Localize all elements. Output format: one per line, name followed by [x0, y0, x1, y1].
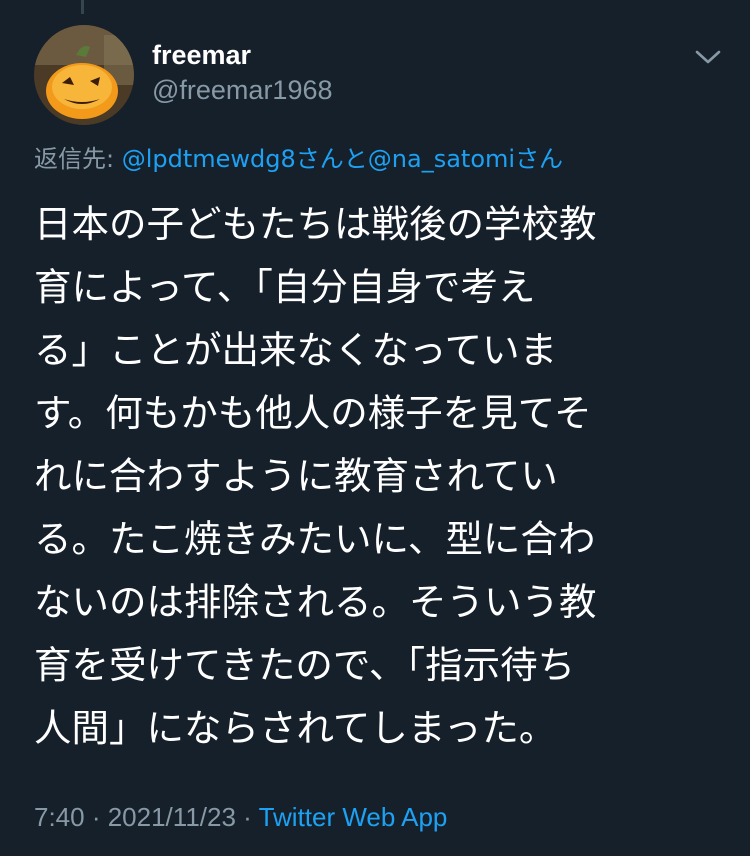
tweet-source-link[interactable]: Twitter Web App [259, 802, 448, 832]
tweet-text-line: す。何もかも他人の様子を見てそ [34, 391, 592, 435]
tweet-author[interactable]: freemar @freemar1968 [152, 38, 333, 108]
reply-prefix: 返信先: [34, 145, 122, 173]
tweet-text-line: ないのは排除される。そういう教 [34, 580, 597, 624]
tweet-menu-button[interactable] [692, 44, 724, 68]
tweet-text-line: 育を受けてきたので、「指示待ち [34, 643, 576, 687]
tweet-text: 日本の子どもたちは戦後の学校教 育によって、「自分自身で考え る」ことが出来なく… [34, 193, 714, 760]
tweet-text-line: る。たこ焼きみたいに、型に合わ [34, 517, 596, 561]
tweet-text-line: る」ことが出来なくなっていま [34, 328, 558, 372]
author-handle[interactable]: @freemar1968 [152, 72, 333, 108]
tweet-date[interactable]: 2021/11/23 [108, 802, 236, 832]
thread-connector-line [81, 0, 84, 14]
mention-link-2[interactable]: @na_satomi [368, 145, 515, 173]
reply-joiner: さんと [295, 145, 368, 173]
tweet-detail: freemar @freemar1968 返信先: @lpdtmewdg8さんと… [0, 0, 750, 856]
mention-link-1[interactable]: @lpdtmewdg8 [122, 145, 296, 173]
pumpkin-avatar-icon [34, 25, 134, 125]
chevron-down-icon [695, 50, 721, 64]
reply-suffix: さん [515, 145, 564, 173]
author-display-name[interactable]: freemar [152, 38, 333, 72]
tweet-meta: 7:40 · 2021/11/23 · Twitter Web App [34, 800, 447, 834]
tweet-text-line: 育によって、「自分自身で考え [34, 265, 536, 309]
avatar[interactable] [34, 25, 134, 125]
meta-separator: · [235, 802, 259, 832]
tweet-text-line: れに合わすように教育されてい [34, 454, 558, 498]
tweet-text-line: 日本の子どもたちは戦後の学校教 [34, 202, 597, 246]
meta-separator: · [84, 802, 108, 832]
tweet-text-line: 人間」にならされてしまった。 [34, 706, 557, 750]
replying-to: 返信先: @lpdtmewdg8さんと@na_satomiさん [34, 143, 563, 175]
tweet-time[interactable]: 7:40 [34, 802, 85, 832]
